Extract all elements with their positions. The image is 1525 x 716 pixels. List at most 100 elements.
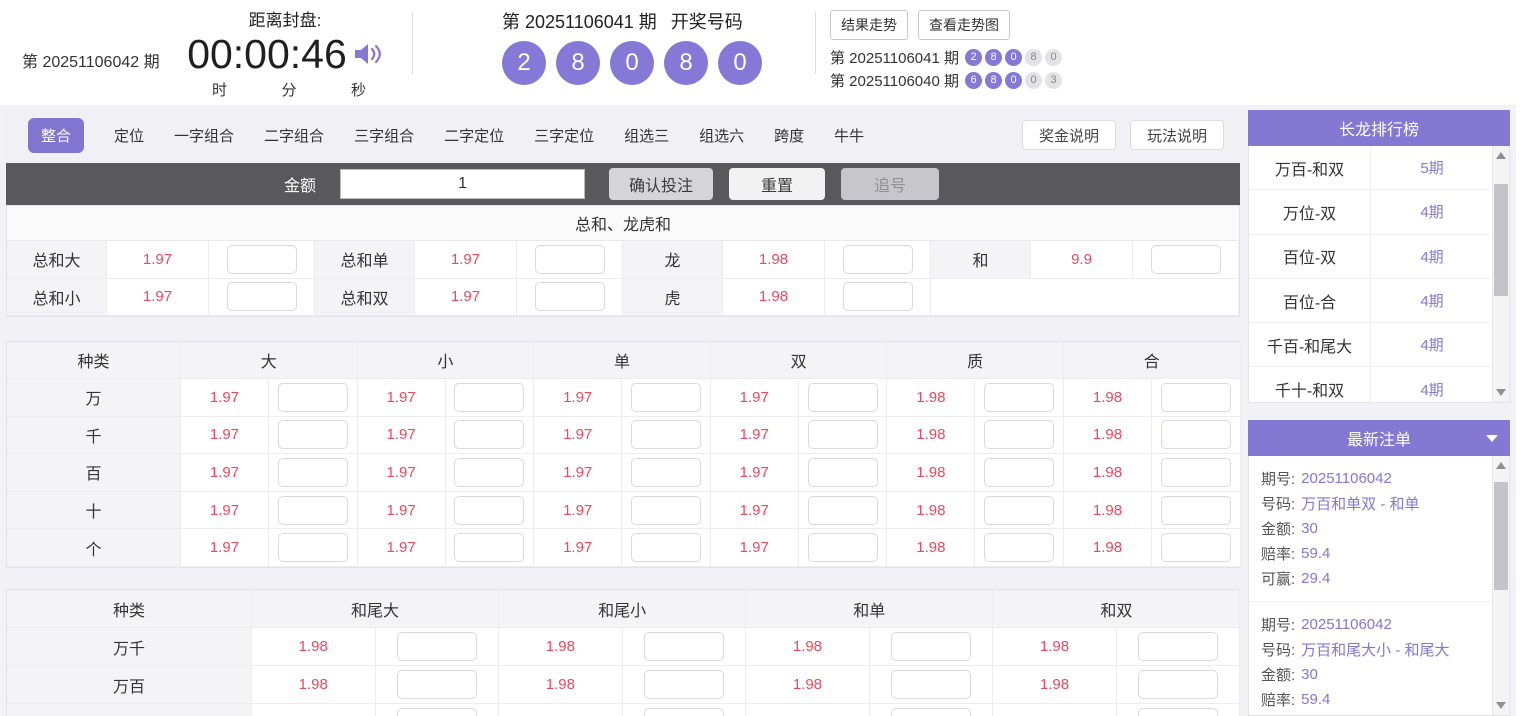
speaker-icon[interactable] (353, 41, 383, 72)
bet-input[interactable] (1160, 533, 1231, 563)
bet-input[interactable] (842, 244, 913, 274)
bet-input[interactable] (454, 495, 525, 525)
bet-input[interactable] (277, 457, 348, 487)
tab-组选三[interactable]: 组选三 (624, 125, 669, 146)
view-trend-chart-button[interactable]: 查看走势图 (918, 10, 1010, 40)
scroll-down-arrow[interactable] (1496, 702, 1506, 709)
tab-二字组合[interactable]: 二字组合 (264, 125, 324, 146)
odds-value: 1.97 (710, 491, 799, 530)
bet-input[interactable] (984, 382, 1055, 412)
scrollbar[interactable] (1492, 146, 1509, 402)
scroll-down-arrow[interactable] (1496, 389, 1506, 396)
draw-ball: 2 (502, 41, 546, 85)
bet-input[interactable] (984, 533, 1055, 563)
rules-info-button[interactable]: 玩法说明 (1130, 120, 1224, 150)
chase-number-button[interactable]: 追号 (841, 168, 940, 200)
tab-二字定位[interactable]: 二字定位 (444, 125, 504, 146)
bet-input[interactable] (643, 708, 724, 716)
bet-input[interactable] (1160, 495, 1231, 525)
tab-整合[interactable]: 整合 (28, 117, 85, 153)
bet-input[interactable] (1150, 244, 1221, 274)
countdown-label: 距离封盘: (248, 11, 322, 30)
play-tabbar: 整合 定位 一字组合 二字组合 三字组合 二字定位 三字定位 组选三 组选六 跨度 牛牛 奖金说明 … (6, 107, 1240, 163)
dragon-name: 千十-和双 (1249, 367, 1371, 402)
odds-value: 1.98 (746, 628, 870, 666)
bet-input[interactable] (396, 670, 477, 699)
bet-input[interactable] (1160, 382, 1231, 412)
tab-一字组合[interactable]: 一字组合 (174, 125, 234, 146)
history-ball: 3 (1045, 71, 1062, 89)
bet-input[interactable] (807, 420, 878, 450)
bet-input[interactable] (643, 670, 724, 699)
bet-input[interactable] (807, 495, 878, 525)
dragon-count: 4期 (1420, 337, 1444, 355)
tab-定位[interactable]: 定位 (114, 125, 144, 146)
bet-input[interactable] (630, 457, 701, 487)
bet-input[interactable] (630, 495, 701, 525)
odds-value: 1.98 (993, 628, 1117, 666)
scroll-thumb[interactable] (1494, 184, 1508, 296)
bet-input[interactable] (396, 632, 477, 661)
bet-input[interactable] (643, 632, 724, 661)
bet-input[interactable] (807, 533, 878, 563)
dragon-ranking-panel: 长龙排行榜 万百-和双 5期 万位-双 4期 百位-双 4期 百位-合 4期 千百-和尾大 4期千… (1248, 110, 1510, 403)
dragon-count: 4期 (1420, 381, 1444, 399)
bet-input[interactable] (807, 457, 878, 487)
tab-跨度[interactable]: 跨度 (774, 125, 804, 146)
bet-input[interactable] (1138, 632, 1219, 661)
bet-input[interactable] (454, 420, 525, 450)
bet-input[interactable] (1138, 670, 1219, 699)
reset-button[interactable]: 重置 (729, 168, 826, 200)
bet-input[interactable] (226, 244, 297, 274)
bet-input[interactable] (630, 382, 701, 412)
history-issue: 第 20251106040 期 (830, 72, 959, 90)
amount-input[interactable] (340, 169, 586, 199)
bet-input[interactable] (454, 382, 525, 412)
bet-input[interactable] (984, 420, 1055, 450)
scrollbar[interactable] (1492, 456, 1509, 715)
bet-input[interactable] (984, 495, 1055, 525)
bet-input[interactable] (890, 632, 971, 661)
tab-牛牛[interactable]: 牛牛 (834, 125, 864, 146)
bet-input-cell (622, 529, 711, 567)
bet-input[interactable] (277, 420, 348, 450)
bet-input[interactable] (1160, 420, 1231, 450)
odds-value: 1.97 (357, 416, 446, 455)
bet-input-cell (1116, 628, 1241, 666)
bet-input[interactable] (630, 533, 701, 563)
prize-info-button[interactable]: 奖金说明 (1022, 120, 1116, 150)
bet-input[interactable] (630, 420, 701, 450)
bet-input[interactable] (277, 495, 348, 525)
order-issue-value: 20251106042 (1301, 616, 1392, 633)
bet-input[interactable] (534, 282, 605, 312)
bet-input[interactable] (226, 282, 297, 312)
scroll-up-arrow[interactable] (1496, 462, 1506, 469)
odds-value: 1.97 (357, 454, 446, 492)
bet-input[interactable] (890, 670, 971, 699)
bet-input[interactable] (984, 457, 1055, 487)
history-ball: 0 (1005, 48, 1022, 66)
scroll-thumb[interactable] (1494, 482, 1508, 590)
bet-input[interactable] (454, 533, 525, 563)
bet-input[interactable] (890, 708, 971, 716)
scroll-up-arrow[interactable] (1496, 152, 1506, 159)
bet-input[interactable] (454, 457, 525, 487)
tab-组选六[interactable]: 组选六 (699, 125, 744, 146)
bet-input[interactable] (807, 382, 878, 412)
bet-input[interactable] (1138, 708, 1219, 716)
bet-input[interactable] (277, 382, 348, 412)
bet-input[interactable] (534, 244, 605, 274)
row-label: 百 (7, 454, 181, 492)
bet-input[interactable] (277, 533, 348, 563)
column-header: 种类 (7, 342, 181, 379)
collapse-icon[interactable] (1486, 435, 1498, 442)
order-issue: 期号: 20251106042 (1261, 612, 1493, 637)
tab-三字组合[interactable]: 三字组合 (354, 125, 414, 146)
result-trend-button[interactable]: 结果走势 (830, 10, 908, 40)
countdown-timer: 00:00:46 (187, 31, 347, 77)
bet-input[interactable] (842, 282, 913, 312)
tab-三字定位[interactable]: 三字定位 (534, 125, 594, 146)
bet-input[interactable] (396, 708, 477, 716)
bet-input[interactable] (1160, 457, 1231, 487)
confirm-bet-button[interactable]: 确认投注 (609, 168, 714, 200)
